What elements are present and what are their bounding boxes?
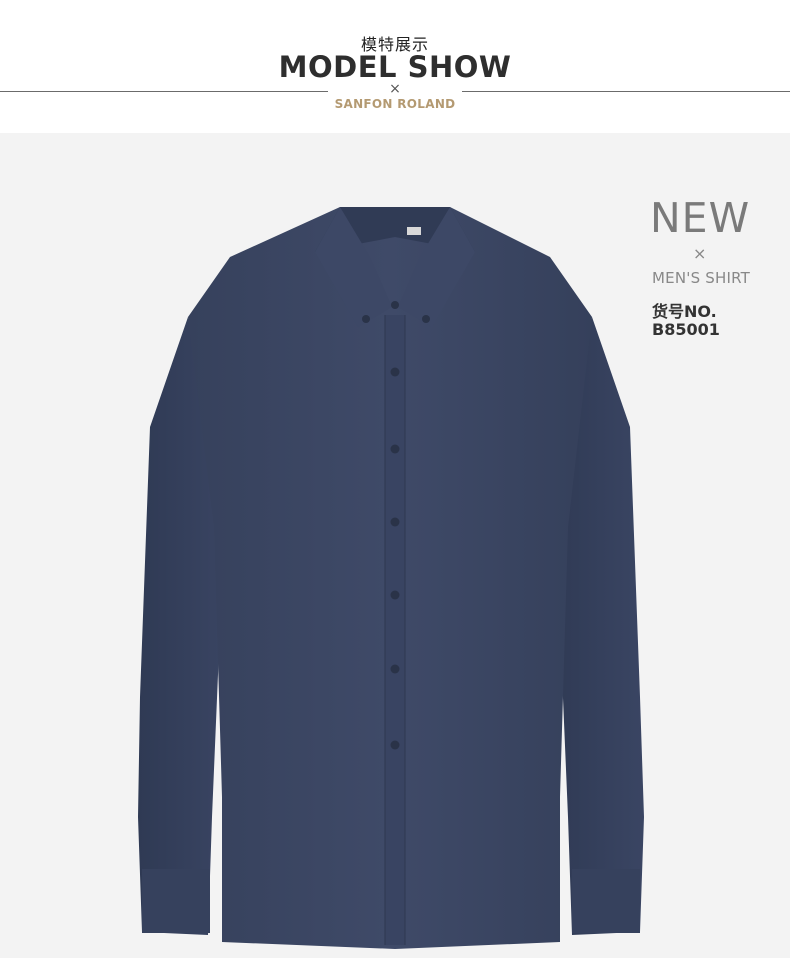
section-title: MODEL SHOW [278, 50, 512, 84]
shirt-image [138, 207, 644, 949]
separator-mark: × [693, 244, 707, 263]
separator-mark: × [389, 81, 401, 97]
brand-name: SANFON ROLAND [334, 97, 456, 111]
product-code-label: 货号NO. [652, 302, 717, 321]
product-category: MEN'S SHIRT [652, 269, 750, 287]
product-code: B85001 [652, 320, 720, 339]
header: 模特展示 MODEL SHOW × SANFON ROLAND [0, 0, 790, 133]
new-label: NEW [650, 194, 751, 242]
product-showcase: NEW × MEN'S SHIRT 货号NO. B85001 [0, 133, 790, 958]
